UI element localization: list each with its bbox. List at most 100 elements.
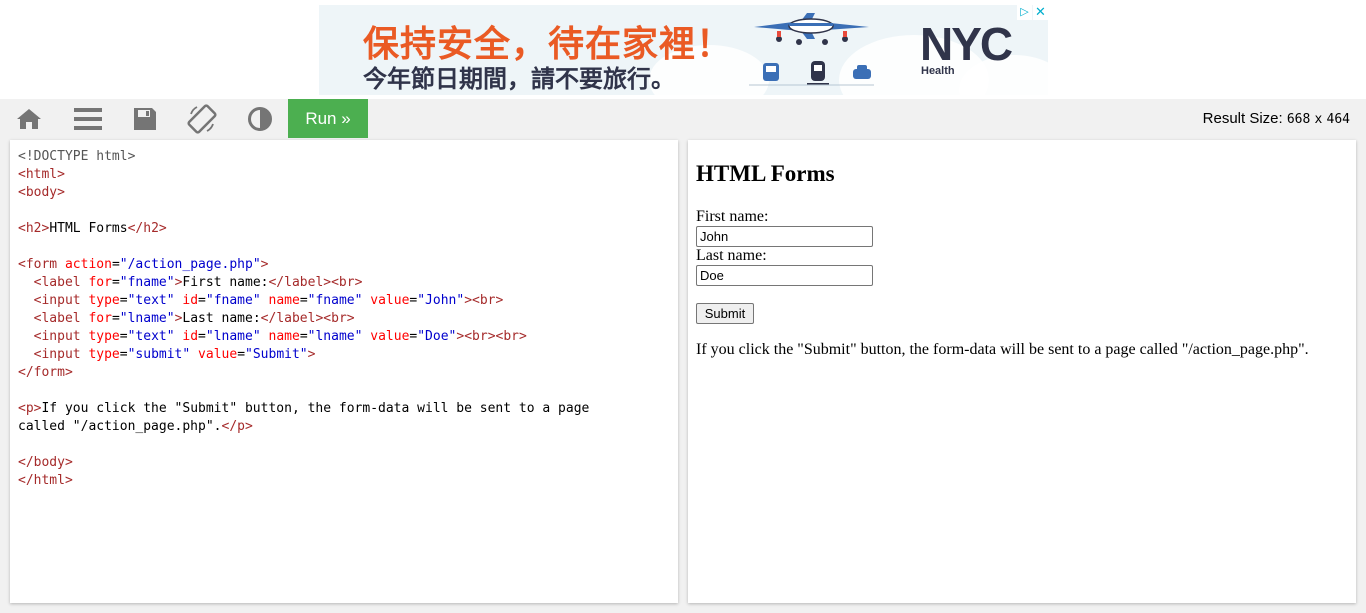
result-width: 668	[1286, 112, 1311, 127]
code-tag: >	[354, 275, 363, 290]
code-tag: <input	[33, 347, 81, 362]
code-tag: >	[64, 365, 73, 380]
code-equals: =	[119, 347, 128, 362]
adchoices-icon[interactable]: ▷	[1017, 5, 1032, 20]
code-value: "Submit"	[245, 347, 308, 362]
submit-button[interactable]: Submit	[696, 303, 754, 324]
code-attribute: id	[182, 293, 199, 308]
code-equals: =	[119, 329, 128, 344]
code-equals: =	[119, 293, 128, 308]
code-value: "Doe"	[417, 329, 457, 344]
code-tag: >	[487, 329, 496, 344]
code-tag: >	[57, 185, 65, 200]
code-tag: >	[307, 347, 316, 362]
result-paragraph: If you click the "Submit" button, the fo…	[696, 341, 1309, 358]
code-equals: =	[198, 329, 206, 344]
transit-icons	[749, 61, 874, 86]
code-attribute: name	[268, 293, 300, 308]
rotate-icon	[187, 103, 217, 134]
code-attribute: value	[198, 347, 238, 362]
code-tag: >	[519, 329, 527, 344]
code-tag: <label	[33, 311, 81, 326]
code-text: If you click the "Submit" button, the fo…	[41, 401, 590, 416]
code-tag: >	[495, 293, 504, 308]
workspace: <!DOCTYPE html> <html> <body> <h2>HTML Form…	[0, 138, 1366, 613]
nyc-logo-subtext: Health	[921, 65, 955, 77]
first-name-input[interactable]: John	[696, 226, 873, 247]
menu-button[interactable]	[59, 99, 117, 138]
code-equals: =	[198, 293, 206, 308]
editor-toolbar: Run » Result Size: 668 x 464	[0, 99, 1366, 138]
code-attribute: type	[88, 347, 120, 362]
code-attribute: action	[64, 257, 112, 272]
theme-toggle-button[interactable]	[231, 99, 289, 138]
home-button[interactable]	[0, 99, 58, 138]
code-tag: >	[57, 167, 65, 182]
last-name-input[interactable]: Doe	[696, 265, 873, 286]
code-equals: =	[237, 347, 246, 362]
code-tag: </form	[18, 365, 65, 380]
code-tag: </label	[260, 311, 316, 326]
code-text: Last name:	[182, 311, 261, 326]
code-line: <input type="submit" value="Submit">	[18, 346, 589, 364]
code-tag: <body	[18, 185, 58, 200]
code-tag: <label	[33, 275, 81, 290]
code-value: "text"	[127, 293, 175, 308]
airplane-icon	[754, 13, 869, 45]
code-tag: <input	[33, 329, 81, 344]
home-icon	[17, 108, 41, 129]
code-tag: >	[323, 275, 332, 290]
code-tag: >	[158, 221, 167, 236]
code-equals: =	[111, 275, 120, 290]
code-tag: >	[464, 293, 473, 308]
code-editor[interactable]: <!DOCTYPE html> <html> <body> <h2>HTML Form…	[10, 140, 678, 603]
code-equals: =	[299, 329, 308, 344]
code-line: <p>If you click the "Submit" button, the…	[18, 400, 589, 418]
code-attribute: value	[370, 329, 410, 344]
result-size-label: Result Size:	[1202, 110, 1283, 127]
code-equals: =	[111, 257, 120, 272]
code-line: <label for="fname">First name:</label><b…	[18, 274, 589, 292]
code-tag: </html	[18, 473, 65, 488]
ad-banner[interactable]: 保持安全，待在家裡！ 今年節日期間，請不要旅行。 NYC Health	[319, 5, 1048, 95]
code-line: <h2>HTML Forms</h2>	[18, 220, 589, 238]
code-equals: =	[111, 311, 120, 326]
code-line: </form>	[18, 364, 589, 382]
code-tag: <input	[33, 293, 81, 308]
code-value: "John"	[417, 293, 465, 308]
code-attribute: name	[268, 329, 300, 344]
code-tag: >	[64, 455, 73, 470]
menu-icon	[74, 107, 102, 130]
code-tag: <br	[331, 275, 355, 290]
first-name-label: First name:	[696, 208, 769, 225]
save-icon	[134, 107, 156, 130]
code-value: "lname"	[307, 329, 363, 344]
close-ad-icon[interactable]: ✕	[1033, 5, 1048, 20]
run-button[interactable]: Run »	[288, 99, 368, 138]
save-button[interactable]	[116, 99, 174, 138]
code-tag: <br	[464, 329, 488, 344]
code-value: "lname"	[119, 311, 175, 326]
ad-strip: 保持安全，待在家裡！ 今年節日期間，請不要旅行。 NYC Health ▷ ✕	[0, 0, 1366, 99]
code-text: called "/action_page.php".	[18, 419, 222, 434]
code-line: called "/action_page.php".</p>	[18, 418, 589, 436]
code-attribute: for	[88, 275, 112, 290]
code-line: <form action="/action_page.php">	[18, 256, 589, 274]
rotate-button[interactable]	[173, 99, 231, 138]
code-value: "text"	[127, 329, 175, 344]
code-tag: >	[64, 473, 73, 488]
code-text[interactable]: <!DOCTYPE html> <html> <body> <h2>HTML Form…	[18, 148, 589, 490]
code-attribute: value	[370, 293, 410, 308]
code-value: "submit"	[127, 347, 191, 362]
code-line: <input type="text" id="fname" name="fnam…	[18, 292, 589, 310]
code-tag: <p	[18, 401, 34, 416]
code-value: "fname"	[205, 293, 261, 308]
nyc-logo-text: NYC	[920, 18, 1013, 70]
result-height: 464	[1326, 112, 1350, 127]
code-text: HTML Forms	[49, 221, 128, 236]
